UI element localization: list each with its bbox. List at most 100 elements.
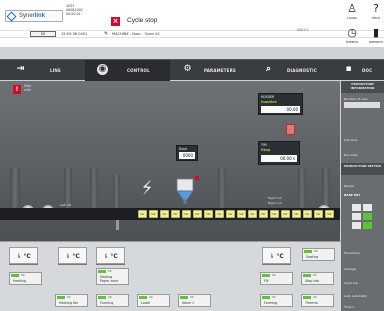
tab-parameters[interactable]: ⚙ PARAMETERS xyxy=(170,60,255,81)
stat-bar xyxy=(180,296,188,299)
tab-diagnostic[interactable]: ⌕ DIAGNOSTIC xyxy=(255,60,340,81)
tab-control-label: CONTROL xyxy=(127,68,150,73)
temperature-button[interactable]: ⇂ °C xyxy=(262,247,291,264)
stat-label: Stop tab xyxy=(305,279,319,283)
header-param-box[interactable]: HEADER Inactive 00.00 xyxy=(258,93,303,115)
tim-param-box[interactable]: TIM Stop 00.00 s xyxy=(258,141,300,165)
conveyor-puck: Dir xyxy=(303,210,312,218)
grid-cell xyxy=(352,222,361,229)
stat-number: 00 xyxy=(190,295,194,299)
temperature-button[interactable]: ⇂ °C xyxy=(96,247,125,264)
stat-number: 00 xyxy=(272,295,276,299)
conveyor-puck: Dir xyxy=(149,210,158,218)
login-button[interactable]: ♙ LOGIN xyxy=(341,2,363,22)
events-label: EVENTS xyxy=(346,40,358,44)
machine-stand xyxy=(298,168,306,208)
edit-icon: ✎ xyxy=(104,31,109,37)
dose-param-box[interactable]: Dose 0000 xyxy=(176,145,198,161)
stat-label: Thermo xyxy=(305,301,318,305)
reports-label: REPORTS xyxy=(369,40,383,44)
stat-number: 00 xyxy=(313,273,317,277)
thermometer-icon: ⇂ xyxy=(269,253,275,260)
stat-tile[interactable]: 00 Fill xyxy=(260,272,293,285)
stat-tile[interactable]: 00 Heating fan xyxy=(55,294,88,307)
tab-doc[interactable]: ▪ DOC xyxy=(340,60,384,81)
stat-tile[interactable]: 00 Stop tab xyxy=(301,272,334,285)
dosing-tank-icon xyxy=(176,178,194,204)
machine-stand xyxy=(64,168,72,208)
conveyor-puck: Dir xyxy=(292,210,301,218)
help-button[interactable]: ? HELP xyxy=(365,2,384,22)
brand-name: Synerlink xyxy=(19,13,46,19)
header-title: HEADER xyxy=(261,95,275,99)
stat-tile[interactable]: 00 Thermo xyxy=(301,294,334,307)
doc-icon: ▪ xyxy=(345,64,352,74)
tim-status: Stop xyxy=(261,148,271,152)
stat-bar xyxy=(139,296,147,299)
stat-bar xyxy=(303,274,311,277)
sub-time-label: Sub time xyxy=(344,138,358,142)
stat-number: 00 xyxy=(21,273,25,277)
grid-cell xyxy=(363,204,372,211)
stat-bar xyxy=(98,296,106,299)
conveyor-puck: Dir xyxy=(325,210,334,218)
reports-button[interactable]: ▮ REPORTS xyxy=(365,26,384,46)
stat-label: Sealing Paper zone xyxy=(100,275,119,283)
conveyor-puck: Dir xyxy=(182,210,191,218)
stat-tile[interactable]: 00 Sealing xyxy=(302,248,335,261)
alarm-text: Mise aide xyxy=(24,84,31,92)
tab-control[interactable]: ◉ CONTROL xyxy=(85,60,170,81)
cups-label: Number of cups xyxy=(344,97,368,101)
stat-tile[interactable]: 00 Heating xyxy=(9,272,42,285)
synerlink-logo: Synerlink xyxy=(5,10,63,22)
line-icon: ⇥ xyxy=(16,64,25,74)
stat-label: Valve 1 xyxy=(182,301,195,305)
header-bar: Synerlink 4053 00062002 00.00.01 × Cycle… xyxy=(0,0,384,47)
conveyor-puck: Dir xyxy=(281,210,290,218)
stat-tile[interactable]: 00 Ladle xyxy=(137,294,170,307)
heater-indicator-icon xyxy=(286,124,295,135)
stat-number: 00 xyxy=(108,295,112,299)
stat-bar xyxy=(304,250,312,253)
tim-title: TIM xyxy=(261,143,267,147)
stat-label: Fill xyxy=(264,279,269,283)
cycle-top-label: Cycle top xyxy=(344,281,359,285)
stat-tile[interactable]: 00 Forming xyxy=(260,294,293,307)
recipe-grid xyxy=(352,200,374,234)
production-label: Production xyxy=(344,251,360,255)
dose-value: 0000 xyxy=(179,152,195,159)
events-button[interactable]: ◷ EVENTS xyxy=(341,26,363,46)
temp-unit: °C xyxy=(276,253,284,260)
left-reel-label: Left roll xyxy=(60,203,72,207)
parameters-icon: ⚙ xyxy=(183,64,192,74)
user-code: 0001 U xyxy=(297,28,309,32)
cups-field xyxy=(344,102,380,108)
alarm-icon[interactable]: ! xyxy=(13,85,21,94)
id-line-3: 00.00.01 xyxy=(66,12,81,17)
temperature-button[interactable]: ⇂ °C xyxy=(9,247,38,264)
machine-stand xyxy=(113,175,120,208)
stat-number: 00 xyxy=(67,295,71,299)
tab-doc-label: DOC xyxy=(362,68,373,73)
user-icon: ♙ xyxy=(347,2,357,15)
conveyor-puck: Dir xyxy=(171,210,180,218)
temperature-button[interactable]: ⇂ °C xyxy=(58,247,87,264)
tab-line-label: LINE xyxy=(50,68,61,73)
stat-number: 00 xyxy=(149,295,153,299)
stat-tile[interactable]: 00 Sealing Paper zone xyxy=(96,268,129,285)
cycle-stop-icon: × xyxy=(111,17,120,26)
stat-tile[interactable]: 00 Forming xyxy=(96,294,129,307)
header-value: 00.00 xyxy=(261,106,300,113)
tab-line[interactable]: ⇥ LINE xyxy=(0,60,85,81)
stat-bar xyxy=(262,296,270,299)
right-reel-label: Right roll xyxy=(268,201,282,205)
mode-selector[interactable]: 00 xyxy=(30,31,56,37)
stat-tile[interactable]: 00 Valve 1 xyxy=(178,294,211,307)
conveyor-puck: Dir xyxy=(259,210,268,218)
stat-number: 00 xyxy=(108,269,112,273)
tab-parameters-label: PARAMETERS xyxy=(204,68,236,73)
machine-stand xyxy=(10,168,20,208)
tab-diagnostic-label: DIAGNOSTIC xyxy=(287,68,317,73)
tank-alert-icon xyxy=(195,176,199,180)
thermometer-icon: ⇂ xyxy=(65,253,71,260)
